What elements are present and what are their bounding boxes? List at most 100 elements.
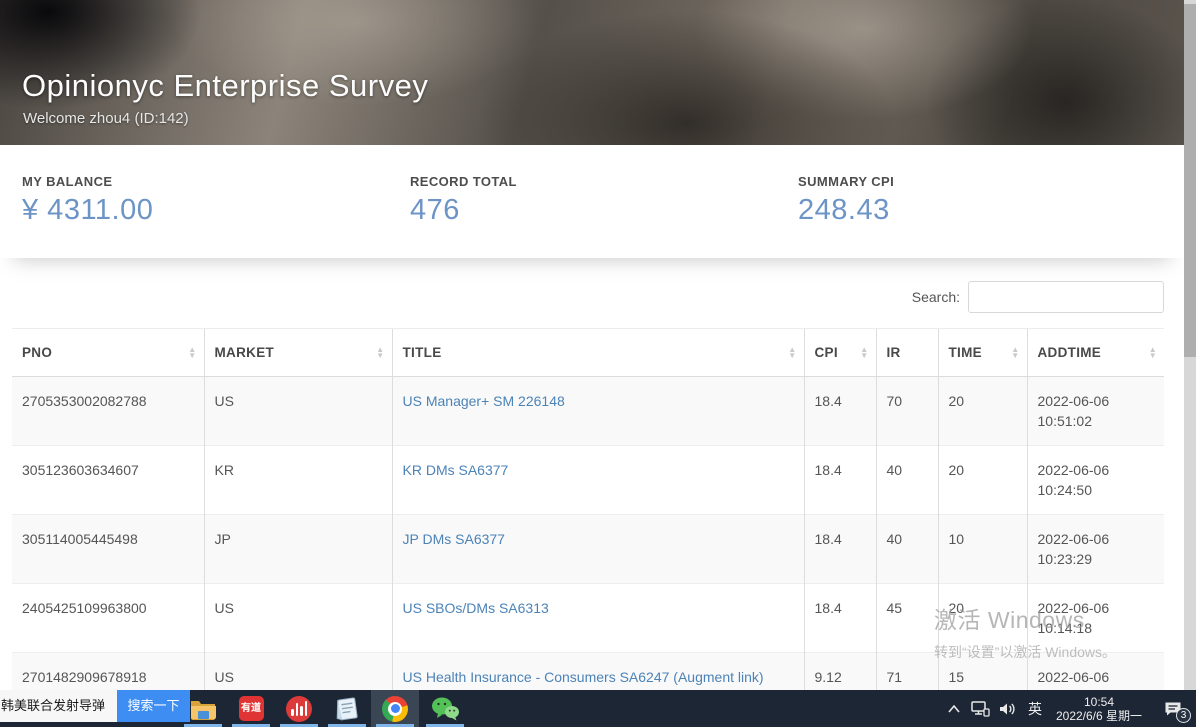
cell-pno: 305114005445498 xyxy=(12,515,204,584)
column-header-cpi[interactable]: CPI▲▼ xyxy=(804,329,876,377)
column-label: CPI xyxy=(815,345,838,360)
column-label: ADDTIME xyxy=(1038,345,1102,360)
column-header-addtime[interactable]: ADDTIME ▲▼ xyxy=(1027,329,1164,377)
table-header-row: PNO▲▼MARKET▲▼TITLE▲▼CPI▲▼IRTIME▲▼ADDTIME… xyxy=(12,329,1164,377)
search-input[interactable] xyxy=(968,281,1164,313)
survey-table: PNO▲▼MARKET▲▼TITLE▲▼CPI▲▼IRTIME▲▼ADDTIME… xyxy=(12,328,1164,721)
page-title: Opinionyc Enterprise Survey xyxy=(22,68,428,104)
vertical-scrollbar[interactable] xyxy=(1184,0,1196,690)
cell-time: 10 xyxy=(938,515,1027,584)
cell-cpi: 18.4 xyxy=(804,377,876,446)
chrome-icon xyxy=(382,696,408,722)
survey-link[interactable]: US SBOs/DMs SA6313 xyxy=(403,600,549,616)
sort-icon: ▲▼ xyxy=(788,347,796,359)
cell-time: 20 xyxy=(938,584,1027,653)
windows-taskbar: 搜索一下 有道 xyxy=(0,690,1196,727)
cell-cpi: 18.4 xyxy=(804,446,876,515)
scrollbar-thumb[interactable] xyxy=(1184,4,1196,357)
tray-ime[interactable]: 英 xyxy=(1022,690,1048,727)
cell-pno: 305123603634607 xyxy=(12,446,204,515)
stat-my-balance: MY BALANCE ¥ 4311.00 xyxy=(0,174,388,258)
cell-ir: 40 xyxy=(876,446,938,515)
cell-market: KR xyxy=(204,446,392,515)
taskbar-app-wechat[interactable] xyxy=(421,690,469,727)
tray-network[interactable] xyxy=(966,690,994,727)
survey-link[interactable]: KR DMs SA6377 xyxy=(403,462,509,478)
taskbar-app-notepad[interactable] xyxy=(323,690,371,727)
sort-icon: ▲▼ xyxy=(1011,347,1019,359)
stat-value: ¥ 4311.00 xyxy=(22,194,388,227)
cell-time: 20 xyxy=(938,446,1027,515)
table-row: 305123603634607KR KR DMs SA6377 18.4402020… xyxy=(12,446,1164,515)
welcome-text: Welcome zhou4 (ID:142) xyxy=(23,110,189,127)
cell-time: 20 xyxy=(938,377,1027,446)
column-header-pno[interactable]: PNO ▲▼ xyxy=(12,329,204,377)
column-header-time[interactable]: TIME ▲▼ xyxy=(938,329,1027,377)
survey-link[interactable]: US Manager+ SM 226148 xyxy=(403,393,565,409)
cell-title: KR DMs SA6377 xyxy=(392,446,804,515)
notepad-icon xyxy=(334,696,360,722)
column-header-market[interactable]: MARKET ▲▼ xyxy=(204,329,392,377)
cell-market: JP xyxy=(204,515,392,584)
column-label: TIME xyxy=(949,345,982,360)
search-label: Search: xyxy=(912,289,960,305)
cell-addtime: 2022-06-06 10:14:18 xyxy=(1027,584,1164,653)
network-icon xyxy=(971,701,990,717)
tray-chevron-up[interactable] xyxy=(942,690,966,727)
cell-addtime: 2022-06-06 10:23:29 xyxy=(1027,515,1164,584)
header-banner: Opinionyc Enterprise Survey Welcome zhou… xyxy=(0,0,1184,145)
taskbar-search-input[interactable] xyxy=(0,690,117,722)
stat-summary-cpi: SUMMARY CPI 248.43 xyxy=(776,174,1164,258)
youdao-icon: 有道 xyxy=(239,696,264,721)
cell-market: US xyxy=(204,584,392,653)
cell-title: JP DMs SA6377 xyxy=(392,515,804,584)
stat-label: RECORD TOTAL xyxy=(410,174,776,189)
cell-cpi: 18.4 xyxy=(804,584,876,653)
cell-title: US SBOs/DMs SA6313 xyxy=(392,584,804,653)
wechat-icon xyxy=(430,696,460,722)
speaker-icon xyxy=(999,701,1017,717)
survey-link[interactable]: US Health Insurance - Consumers SA6247 (… xyxy=(403,669,764,685)
stat-label: SUMMARY CPI xyxy=(798,174,1164,189)
tray-volume[interactable] xyxy=(994,690,1022,727)
column-header-ir[interactable]: IR xyxy=(876,329,938,377)
column-label: IR xyxy=(887,345,901,360)
music-icon xyxy=(286,696,312,722)
sort-icon: ▲▼ xyxy=(188,347,196,359)
cell-ir: 45 xyxy=(876,584,938,653)
tray-clock[interactable]: 10:54 2022/6/6 星期一 xyxy=(1050,690,1148,727)
table-row: 2405425109963800US US SBOs/DMs SA6313 18.4… xyxy=(12,584,1164,653)
cell-ir: 40 xyxy=(876,515,938,584)
sort-icon: ▲▼ xyxy=(1149,347,1157,359)
stat-record-total: RECORD TOTAL 476 xyxy=(388,174,776,258)
cell-title: US Manager+ SM 226148 xyxy=(392,377,804,446)
cell-cpi: 18.4 xyxy=(804,515,876,584)
column-label: PNO xyxy=(22,345,52,360)
table-row: 2705353002082788US US Manager+ SM 226148 1… xyxy=(12,377,1164,446)
survey-link[interactable]: JP DMs SA6377 xyxy=(403,531,505,547)
taskbar-app-youdao[interactable]: 有道 xyxy=(227,690,275,727)
cell-pno: 2705353002082788 xyxy=(12,377,204,446)
column-label: TITLE xyxy=(403,345,442,360)
taskbar-app-chrome[interactable] xyxy=(371,690,419,727)
tray-notification-center[interactable]: 3 xyxy=(1158,690,1188,727)
table-body: 2705353002082788USUS Manager+ SM 2261481… xyxy=(12,377,1164,722)
cell-market: US xyxy=(204,377,392,446)
stat-value: 476 xyxy=(410,194,776,227)
table-search: Search: xyxy=(0,281,1164,313)
clock-time: 10:54 xyxy=(1084,695,1114,709)
stat-value: 248.43 xyxy=(798,194,1164,227)
table-row: 305114005445498JP JP DMs SA6377 18.4401020… xyxy=(12,515,1164,584)
cell-addtime: 2022-06-06 10:24:50 xyxy=(1027,446,1164,515)
stats-row: MY BALANCE ¥ 4311.00 RECORD TOTAL 476 SU… xyxy=(0,145,1184,258)
cell-pno: 2405425109963800 xyxy=(12,584,204,653)
column-header-title[interactable]: TITLE ▲▼ xyxy=(392,329,804,377)
sort-icon: ▲▼ xyxy=(376,347,384,359)
taskbar-app-netease-music[interactable] xyxy=(275,690,323,727)
clock-date: 2022/6/6 星期一 xyxy=(1056,709,1142,723)
cell-addtime: 2022-06-06 10:51:02 xyxy=(1027,377,1164,446)
cell-ir: 70 xyxy=(876,377,938,446)
taskbar-app-file-explorer[interactable] xyxy=(179,690,227,727)
column-label: MARKET xyxy=(215,345,275,360)
chevron-up-icon xyxy=(948,705,960,713)
